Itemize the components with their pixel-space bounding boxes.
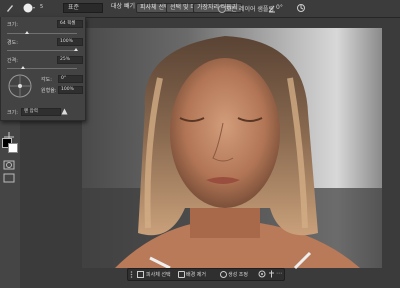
pressure-size-select[interactable]: 펜 압력: [21, 108, 61, 116]
more-options-icon[interactable]: ⋯: [276, 270, 282, 277]
hardness-label: 경도:: [7, 40, 18, 46]
angle-icon: [268, 3, 276, 15]
settings-icon[interactable]: [258, 270, 266, 280]
pressure-icon[interactable]: [296, 3, 306, 15]
hardness-slider[interactable]: [7, 48, 78, 51]
sample-all-layers-checkbox[interactable]: [218, 5, 226, 13]
remove-bg-icon: [178, 271, 185, 278]
size-field[interactable]: 64 픽셀: [57, 20, 83, 28]
spacing-slider[interactable]: [7, 66, 77, 69]
ctx-remove-background-button[interactable]: 배경 제거: [186, 271, 206, 278]
drag-handle-icon[interactable]: [130, 271, 133, 280]
background-color-swatch[interactable]: [8, 143, 18, 153]
generate-icon: [220, 271, 227, 278]
warning-icon: [61, 108, 68, 117]
options-bar: 5 표준 대상 빼기 피사체 선택 선택 및 마스크... 가장자리 다듬기 모…: [0, 0, 400, 18]
ctx-select-subject-button[interactable]: 피사체 선택: [146, 271, 171, 278]
select-subject-icon: [137, 271, 144, 278]
pressure-size-label: 크기:: [7, 110, 18, 116]
roundness-field[interactable]: 100%: [58, 86, 83, 94]
angle-value[interactable]: 0°: [276, 4, 283, 11]
brush-preset-picker[interactable]: [22, 2, 36, 16]
ctx-generate-button[interactable]: 생성 조정: [228, 271, 248, 278]
size-label: 크기:: [7, 22, 18, 28]
subtract-button[interactable]: 대상 빼기: [108, 3, 138, 11]
brush-tool-icon[interactable]: [5, 3, 15, 15]
sample-all-layers-label: 모든 레이어 샘플링: [226, 6, 274, 13]
roundness-label: 원형율:: [41, 88, 57, 94]
size-slider[interactable]: [7, 31, 77, 34]
angle-label: 각도:: [41, 77, 52, 83]
pin-icon[interactable]: [268, 270, 275, 280]
quick-mask-icon[interactable]: [3, 155, 17, 170]
brush-preset-panel: 크기: 64 픽셀 경도: 100% 간격: 25% 각도: 0° 원형율: 1…: [0, 17, 86, 121]
angle-field[interactable]: 0°: [58, 75, 83, 83]
spacing-field[interactable]: 25%: [57, 56, 83, 64]
hardness-field[interactable]: 100%: [57, 38, 83, 46]
brush-size-value: 5: [40, 4, 44, 10]
screen-mode-icon[interactable]: [3, 168, 17, 183]
brush-angle-widget[interactable]: [7, 73, 33, 101]
spacing-label: 간격:: [7, 58, 18, 64]
mode-select[interactable]: 표준: [63, 3, 103, 13]
contextual-task-bar: 피사체 선택 배경 제거 생성 조정 ⋯: [127, 268, 285, 281]
